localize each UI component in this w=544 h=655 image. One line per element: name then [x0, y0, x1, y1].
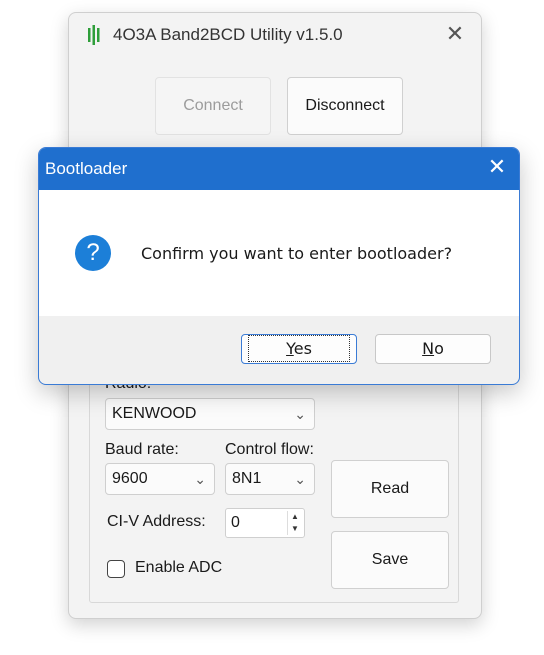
- control-flow-value: 8N1: [232, 470, 262, 487]
- civ-address-input[interactable]: 0 ▲ ▼: [225, 508, 305, 538]
- radio-select[interactable]: KENWOOD ⌄: [105, 398, 315, 430]
- control-flow-select[interactable]: 8N1 ⌄: [225, 463, 315, 495]
- connect-button[interactable]: Connect: [155, 77, 271, 135]
- yes-button[interactable]: Yes: [241, 334, 357, 364]
- main-titlebar: 4O3A Band2BCD Utility v1.5.0 ✕: [69, 13, 481, 57]
- close-icon[interactable]: ✕: [485, 154, 509, 180]
- dialog-message: Confirm you want to enter bootloader?: [141, 244, 453, 263]
- chevron-down-icon: ⌄: [194, 471, 206, 487]
- spin-buttons[interactable]: ▲ ▼: [287, 511, 302, 535]
- chevron-down-icon: ⌄: [294, 406, 306, 422]
- no-button[interactable]: No: [375, 334, 491, 364]
- enable-adc-label: Enable ADC: [135, 559, 223, 576]
- disconnect-button[interactable]: Disconnect: [287, 77, 403, 135]
- dialog-titlebar: Bootloader ✕: [39, 148, 519, 190]
- yes-button-label: Yes: [248, 335, 350, 362]
- read-button[interactable]: Read: [331, 460, 449, 518]
- save-button[interactable]: Save: [331, 531, 449, 589]
- dialog-title: Bootloader: [45, 159, 128, 178]
- no-button-label: o: [434, 339, 444, 358]
- no-button-mnemonic: N: [422, 339, 435, 358]
- baud-rate-label: Baud rate:: [105, 441, 179, 458]
- civ-address-label: CI-V Address:: [107, 513, 206, 530]
- app-logo-icon: [88, 25, 100, 45]
- control-flow-label: Control flow:: [225, 441, 314, 458]
- close-icon[interactable]: ✕: [443, 21, 467, 47]
- baud-rate-select[interactable]: 9600 ⌄: [105, 463, 215, 495]
- radio-select-value: KENWOOD: [112, 405, 197, 422]
- dialog-body: ? Confirm you want to enter bootloader?: [39, 190, 519, 316]
- question-icon: ?: [75, 235, 111, 271]
- bootloader-dialog: Bootloader ✕ ? Confirm you want to enter…: [38, 147, 520, 385]
- civ-address-value: 0: [231, 514, 240, 531]
- chevron-down-icon: ⌄: [294, 471, 306, 487]
- spin-up-icon[interactable]: ▲: [288, 511, 302, 523]
- app-title: 4O3A Band2BCD Utility v1.5.0: [113, 25, 343, 44]
- spin-down-icon[interactable]: ▼: [288, 523, 302, 535]
- baud-rate-value: 9600: [112, 470, 148, 487]
- enable-adc-checkbox[interactable]: [107, 560, 125, 578]
